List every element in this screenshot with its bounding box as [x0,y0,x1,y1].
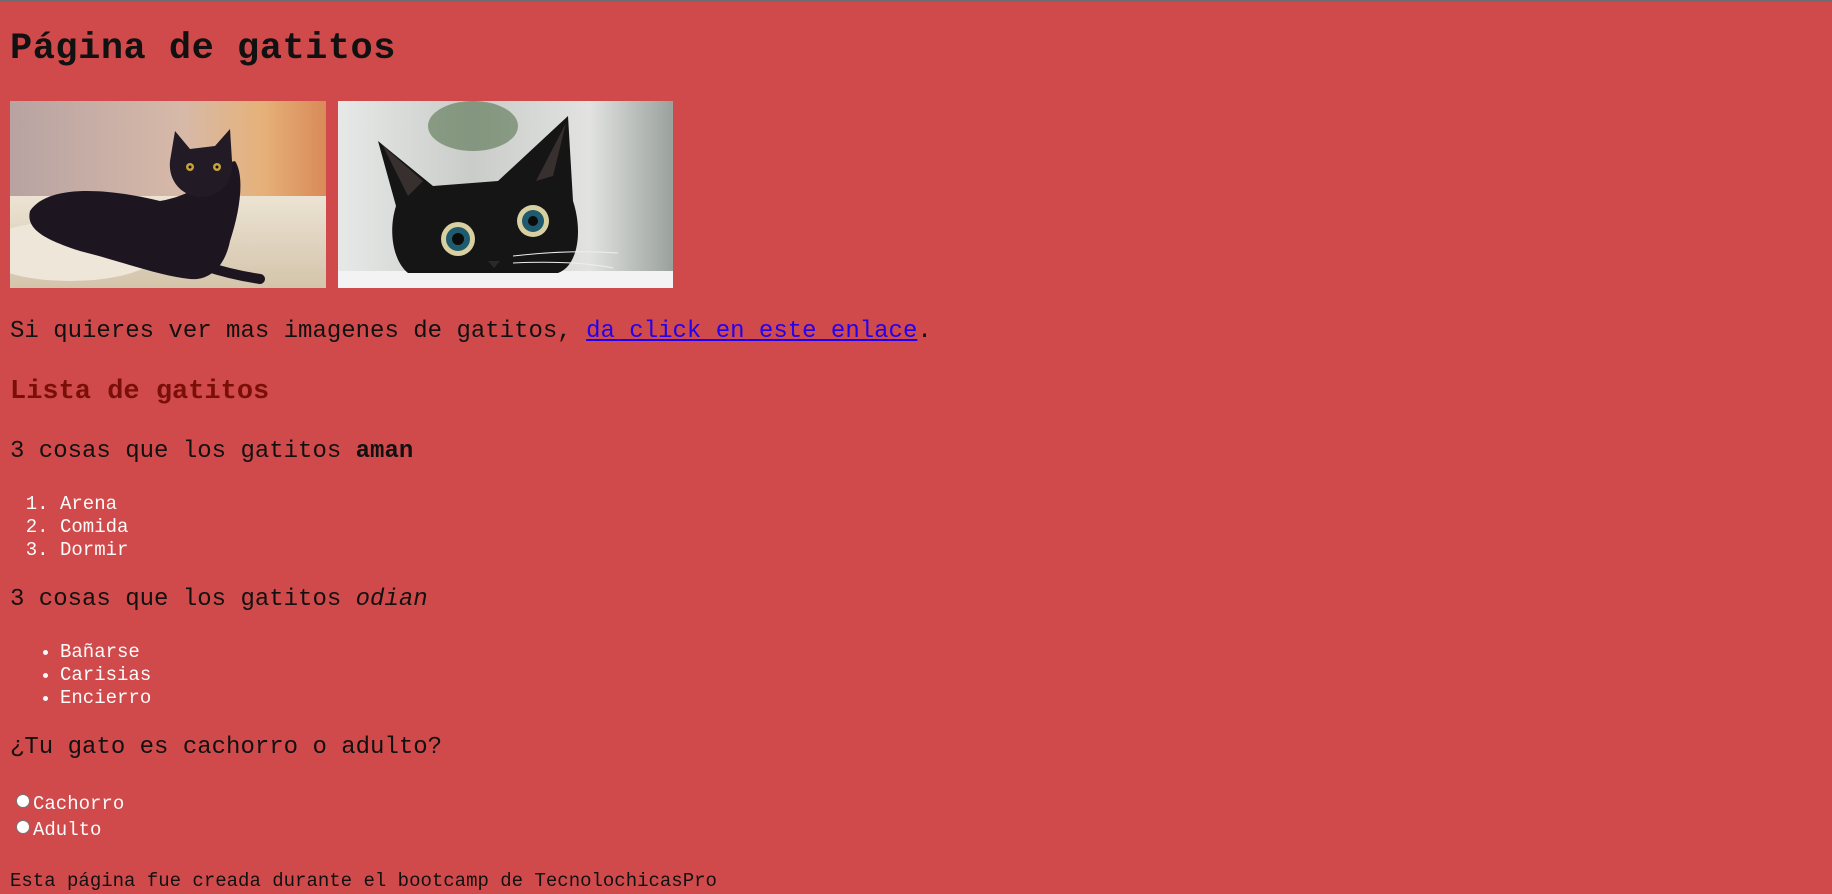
black-cat-peeking-image [338,101,673,288]
more-images-link[interactable]: da click en este enlace [586,318,917,345]
radio-label[interactable]: Cachorro [33,793,124,815]
list-item: Comida [60,516,128,539]
radio-option-cachorro[interactable]: Cachorro [10,791,124,817]
list-item: Bañarse [60,641,151,664]
link-sentence-suffix: . [917,318,932,345]
page-title: Página de gatitos [10,28,396,70]
love-heading: 3 cosas que los gatitos aman [10,438,413,465]
list-item: Carisias [60,664,151,687]
radio-button-cachorro[interactable] [16,794,30,808]
age-radio-group: Cachorro Adulto [10,791,124,843]
radio-button-adulto[interactable] [16,820,30,834]
list-item: Encierro [60,687,151,710]
list-item: Dormir [60,539,128,562]
black-cat-lying-image [10,101,326,288]
love-heading-prefix: 3 cosas que los gatitos [10,438,356,465]
radio-option-adulto[interactable]: Adulto [10,817,124,843]
hate-heading: 3 cosas que los gatitos odian [10,586,428,613]
section-title: Lista de gatitos [10,377,270,407]
age-question: ¿Tu gato es cachorro o adulto? [10,734,443,761]
window-top-border [0,0,1832,2]
hate-heading-emphasis: odian [355,586,428,613]
love-heading-emphasis: aman [355,438,414,465]
more-images-sentence: Si quieres ver mas imagenes de gatitos, … [10,318,932,345]
list-item: Arena [60,493,128,516]
radio-label[interactable]: Adulto [33,819,101,841]
cat-images [10,101,690,289]
love-list: Arena Comida Dormir [10,493,128,562]
link-sentence-prefix: Si quieres ver mas imagenes de gatitos, [10,318,587,345]
page-footer: Esta página fue creada durante el bootca… [10,870,717,892]
hate-heading-prefix: 3 cosas que los gatitos [10,586,356,613]
hate-list: Bañarse Carisias Encierro [10,641,151,710]
